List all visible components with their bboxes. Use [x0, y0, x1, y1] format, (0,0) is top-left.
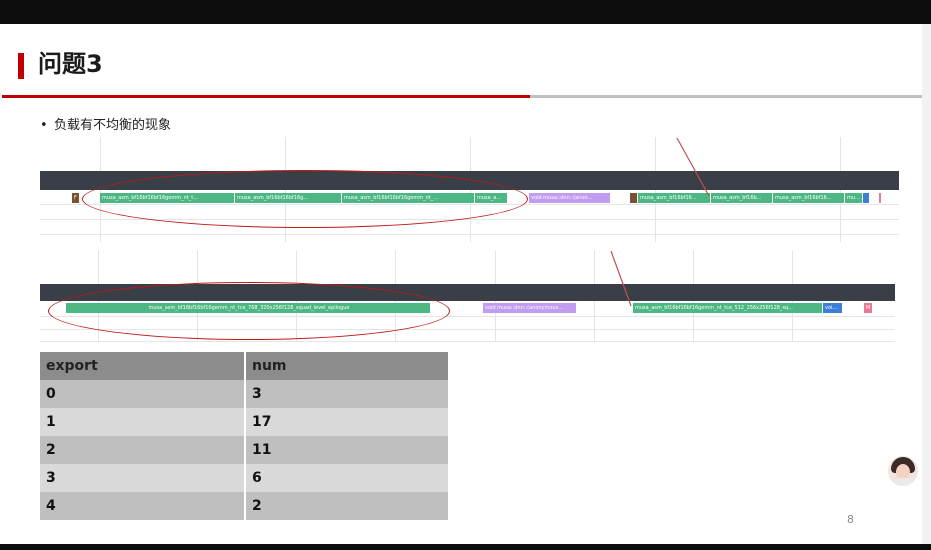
- table-row: 4 2: [40, 492, 450, 520]
- table-header-row: export num: [40, 352, 450, 380]
- table-row: 2 11: [40, 436, 450, 464]
- trace-block[interactable]: void musa::dnn::(anonymous...: [483, 303, 577, 313]
- page-number: 8: [847, 513, 854, 526]
- table-row: 0 3: [40, 380, 450, 408]
- right-gutter: [922, 24, 931, 544]
- highlight-ellipse-2: [48, 282, 450, 340]
- trace-block[interactable]: [630, 193, 638, 203]
- trace-block[interactable]: M: [864, 303, 873, 313]
- trace-block[interactable]: musa_asm_bf16bf16bf16gemm_nt_tce_512_256…: [633, 303, 823, 313]
- title-accent-bar: [18, 53, 24, 79]
- trace-block[interactable]: musa_asm_bf16bf16...: [638, 193, 711, 203]
- trace-block[interactable]: void musa::dnn::(anon...: [529, 193, 611, 203]
- row-line: [40, 234, 899, 235]
- table-cell: 2: [40, 436, 246, 464]
- table-row: 3 6: [40, 464, 450, 492]
- table-header-cell: num: [245, 352, 450, 380]
- table-row: 1 17: [40, 408, 450, 436]
- trace-block[interactable]: musa_asm_bf16bf16...: [773, 193, 845, 203]
- trace-block[interactable]: voi...: [823, 303, 843, 313]
- table-cell: 1: [40, 408, 246, 436]
- slide-title: 问题3: [38, 50, 103, 78]
- avatar-body: [893, 478, 913, 486]
- table-header-cell: export: [40, 352, 246, 380]
- trace-block[interactable]: F: [72, 193, 80, 203]
- row-line: [40, 341, 895, 342]
- title-rule-red: [2, 95, 530, 98]
- bullet-item: • 负载有不均衡的现象: [40, 118, 172, 133]
- table-cell: 0: [40, 380, 246, 408]
- table-cell: 17: [245, 408, 450, 436]
- title-rule-gray: [530, 95, 922, 98]
- trace-block[interactable]: musa_asm_bf16b...: [711, 193, 773, 203]
- table-cell: 6: [245, 464, 450, 492]
- table-cell: 3: [40, 464, 246, 492]
- table-cell: 11: [245, 436, 450, 464]
- bullet-text: 负载有不均衡的现象: [54, 118, 172, 133]
- trace-block[interactable]: [863, 193, 870, 203]
- bottom-black-bar: [0, 544, 931, 550]
- table-cell: 4: [40, 492, 246, 520]
- trace-block[interactable]: [879, 193, 882, 203]
- export-num-table: export num 0 3 1 17 2 11 3 6 4 2: [40, 352, 450, 520]
- table-cell: 3: [245, 380, 450, 408]
- trace-block[interactable]: mu...: [845, 193, 863, 203]
- assistant-avatar-icon[interactable]: [888, 456, 918, 486]
- top-black-bar: [0, 0, 931, 24]
- highlight-ellipse-1: [82, 170, 528, 228]
- table-cell: 2: [245, 492, 450, 520]
